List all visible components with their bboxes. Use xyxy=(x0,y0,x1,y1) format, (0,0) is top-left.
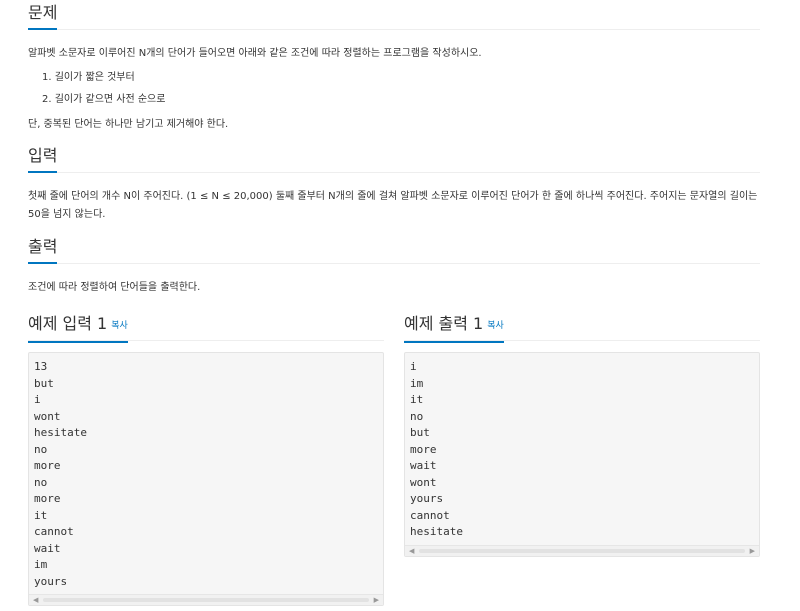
scroll-thumb[interactable] xyxy=(43,598,369,602)
code-line: but xyxy=(34,376,54,390)
sample-input-box[interactable]: 13 but i wont hesitate no more no more it cannot wa… xyxy=(28,352,384,606)
code-line: more xyxy=(410,442,437,456)
code-line: it xyxy=(410,393,424,406)
input-description: 첫째 줄에 단어의 개수 N이 주어진다. (1 ≤ N ≤ 20,000) 둘… xyxy=(28,191,758,220)
code-line: it xyxy=(34,508,48,522)
sample-output-lines: i im it no but more wait wont yours cannot hesitat… xyxy=(405,353,759,545)
code-line: more xyxy=(34,492,61,505)
code-line: wait xyxy=(410,459,437,472)
code-line: i xyxy=(410,360,417,373)
code-line: im xyxy=(34,558,48,571)
code-line: no xyxy=(410,409,424,423)
condition-list: 1. 길이가 짧은 것부터 2. 길이가 같으면 사전 순으로 xyxy=(42,67,165,111)
input-section: 입력 첫째 줄에 단어의 개수 N이 주어진다. (1 ≤ N ≤ 20,000… xyxy=(28,143,760,220)
scroll-left-icon[interactable]: ◀ xyxy=(33,596,38,604)
output-headline: 출력 xyxy=(28,234,760,264)
code-line: cannot xyxy=(410,508,450,522)
code-line: wont xyxy=(410,475,437,489)
output-title: 출력 xyxy=(28,238,58,264)
problem-section: 문제 알파벳 소문자로 이루어진 N개의 단어가 들어오면 아래와 같은 조건에… xyxy=(28,0,760,130)
sample-output-title: 예제 출력 1 xyxy=(404,314,484,333)
code-line: hesitate xyxy=(34,426,87,439)
problem-description: 알파벳 소문자로 이루어진 N개의 단어가 들어오면 아래와 같은 조건에 따라… xyxy=(28,48,482,59)
problem-note: 단, 중복된 단어는 하나만 남기고 제거해야 한다. xyxy=(28,119,229,130)
code-line: more xyxy=(34,459,61,472)
sample-output-heading: 예제 출력 1 복사 xyxy=(404,315,504,343)
output-description: 조건에 따라 정렬하여 단어들을 출력한다. xyxy=(28,282,201,293)
code-line: yours xyxy=(410,492,444,505)
sample-output-headline: 예제 출력 1 복사 xyxy=(404,311,760,343)
code-line: no xyxy=(34,475,48,489)
sample-input-heading: 예제 입력 1 복사 xyxy=(28,315,128,343)
sample-output-section: 예제 출력 1 복사 i im it no but more wait wont yours can… xyxy=(404,311,760,557)
code-line: yours xyxy=(34,574,68,588)
sample-input-section: 예제 입력 1 복사 13 but i wont hesitate no more no more… xyxy=(28,311,384,606)
condition-item: 2. 길이가 같으면 사전 순으로 xyxy=(42,94,166,105)
sample-input-title: 예제 입력 1 xyxy=(28,314,108,333)
scroll-right-icon[interactable]: ▶ xyxy=(750,547,755,555)
code-line: wont xyxy=(34,409,61,423)
code-line: no xyxy=(34,442,48,456)
horizontal-scrollbar[interactable]: ◀ ▶ xyxy=(29,594,383,605)
sample-input-lines: 13 but i wont hesitate no more no more it cannot wa… xyxy=(29,353,383,594)
problem-title: 문제 xyxy=(28,4,58,30)
scroll-thumb[interactable] xyxy=(419,548,745,553)
code-line: cannot xyxy=(34,525,74,538)
scroll-right-icon[interactable]: ▶ xyxy=(374,596,379,604)
problem-headline: 문제 xyxy=(28,0,760,30)
condition-item: 1. 길이가 짧은 것부터 xyxy=(42,72,135,83)
copy-input-button[interactable]: 복사 xyxy=(111,321,128,331)
sample-input-headline: 예제 입력 1 복사 xyxy=(28,311,384,343)
horizontal-scrollbar[interactable]: ◀ ▶ xyxy=(405,544,759,556)
code-line: 13 xyxy=(34,360,48,373)
copy-output-button[interactable]: 복사 xyxy=(487,321,504,331)
input-title: 입력 xyxy=(28,147,58,173)
code-line: im xyxy=(410,376,424,390)
sample-output-box[interactable]: i im it no but more wait wont yours cannot hesitat… xyxy=(404,352,760,557)
input-headline: 입력 xyxy=(28,143,760,173)
code-line: wait xyxy=(34,541,61,555)
scroll-left-icon[interactable]: ◀ xyxy=(409,547,414,555)
code-line: but xyxy=(410,426,430,439)
code-line: i xyxy=(34,393,41,406)
code-line: hesitate xyxy=(410,525,463,538)
output-section: 출력 조건에 따라 정렬하여 단어들을 출력한다. xyxy=(28,234,760,293)
